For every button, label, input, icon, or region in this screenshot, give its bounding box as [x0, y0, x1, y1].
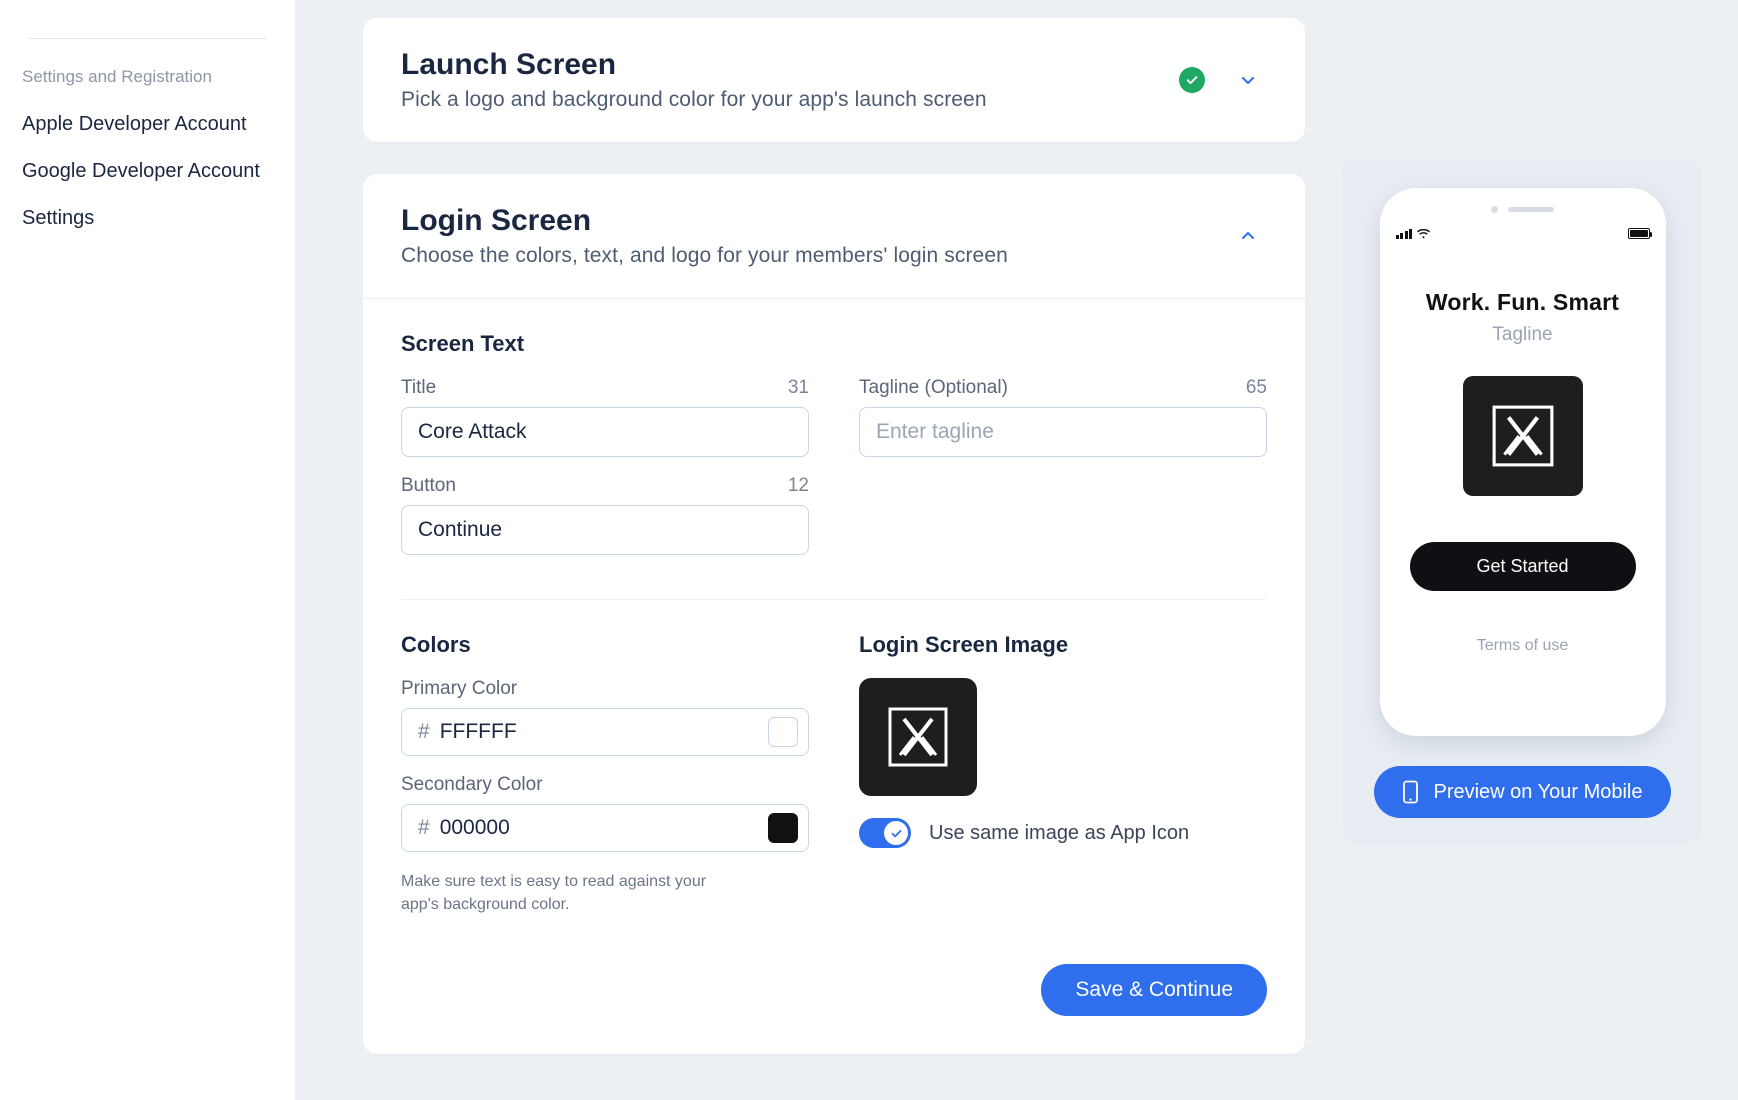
sidebar-divider: [28, 38, 267, 39]
launch-card-title: Launch Screen: [401, 48, 1179, 82]
sidebar-section-label: Settings and Registration: [20, 67, 275, 87]
logo-icon: [1490, 403, 1556, 469]
preview-title: Work. Fun. Smart: [1426, 289, 1619, 316]
login-card-subtitle: Choose the colors, text, and logo for yo…: [401, 244, 1229, 268]
hash-symbol: #: [418, 720, 430, 744]
secondary-color-label: Secondary Color: [401, 774, 543, 796]
primary-color-swatch[interactable]: [768, 717, 798, 747]
button-text-input[interactable]: [401, 505, 809, 555]
expand-toggle-launch[interactable]: [1229, 61, 1267, 99]
tagline-field-label: Tagline (Optional): [859, 377, 1008, 399]
colors-help-text: Make sure text is easy to read against y…: [401, 870, 741, 916]
use-same-image-label: Use same image as App Icon: [929, 822, 1189, 845]
button-field-counter: 12: [788, 475, 809, 497]
signal-icon: [1396, 229, 1413, 239]
card-launch-screen: Launch Screen Pick a logo and background…: [363, 18, 1305, 142]
primary-color-input[interactable]: #: [401, 708, 809, 756]
preview-terms-link: Terms of use: [1477, 637, 1569, 655]
main-content: Launch Screen Pick a logo and background…: [295, 0, 1343, 1100]
secondary-color-hex[interactable]: [440, 816, 768, 840]
screen-text-heading: Screen Text: [401, 331, 1267, 357]
launch-card-subtitle: Pick a logo and background color for you…: [401, 88, 1179, 112]
preview-cta-button: Get Started: [1410, 542, 1636, 591]
title-field-counter: 31: [788, 377, 809, 399]
hash-symbol: #: [418, 816, 430, 840]
secondary-color-swatch[interactable]: [768, 813, 798, 843]
preview-column: Work. Fun. Smart Tagline Get Started Ter…: [1343, 0, 1738, 1100]
secondary-color-input[interactable]: #: [401, 804, 809, 852]
title-input[interactable]: [401, 407, 809, 457]
primary-color-hex[interactable]: [440, 720, 768, 744]
mobile-icon: [1402, 780, 1419, 804]
phone-status-bar: [1394, 216, 1652, 245]
button-field-label: Button: [401, 475, 456, 497]
colors-heading: Colors: [401, 632, 809, 658]
preview-panel: Work. Fun. Smart Tagline Get Started Ter…: [1343, 158, 1702, 844]
card-login-screen: Login Screen Choose the colors, text, an…: [363, 174, 1305, 1054]
section-divider: [401, 599, 1267, 600]
save-continue-button[interactable]: Save & Continue: [1041, 964, 1267, 1016]
sidebar: Settings and Registration Apple Develope…: [0, 0, 295, 1100]
preview-logo: [1463, 376, 1583, 496]
sidebar-item-google-dev[interactable]: Google Developer Account: [20, 148, 275, 195]
preview-on-mobile-label: Preview on Your Mobile: [1433, 781, 1642, 804]
phone-preview: Work. Fun. Smart Tagline Get Started Ter…: [1380, 188, 1666, 736]
login-screen-image-tile[interactable]: [859, 678, 977, 796]
login-image-heading: Login Screen Image: [859, 632, 1267, 658]
sidebar-item-settings[interactable]: Settings: [20, 195, 275, 242]
collapse-toggle-login[interactable]: [1229, 217, 1267, 255]
use-same-image-toggle[interactable]: [859, 818, 911, 848]
battery-icon: [1628, 228, 1650, 239]
phone-notch: [1394, 202, 1652, 216]
login-card-title: Login Screen: [401, 204, 1229, 238]
tagline-input[interactable]: [859, 407, 1267, 457]
check-complete-icon: [1179, 67, 1205, 93]
tagline-field-counter: 65: [1246, 377, 1267, 399]
check-icon: [890, 827, 903, 840]
primary-color-label: Primary Color: [401, 678, 517, 700]
title-field-label: Title: [401, 377, 436, 399]
preview-on-mobile-button[interactable]: Preview on Your Mobile: [1374, 766, 1670, 818]
sidebar-item-apple-dev[interactable]: Apple Developer Account: [20, 101, 275, 148]
wifi-icon: [1417, 229, 1430, 239]
preview-tagline: Tagline: [1492, 324, 1552, 346]
logo-icon: [886, 705, 950, 769]
